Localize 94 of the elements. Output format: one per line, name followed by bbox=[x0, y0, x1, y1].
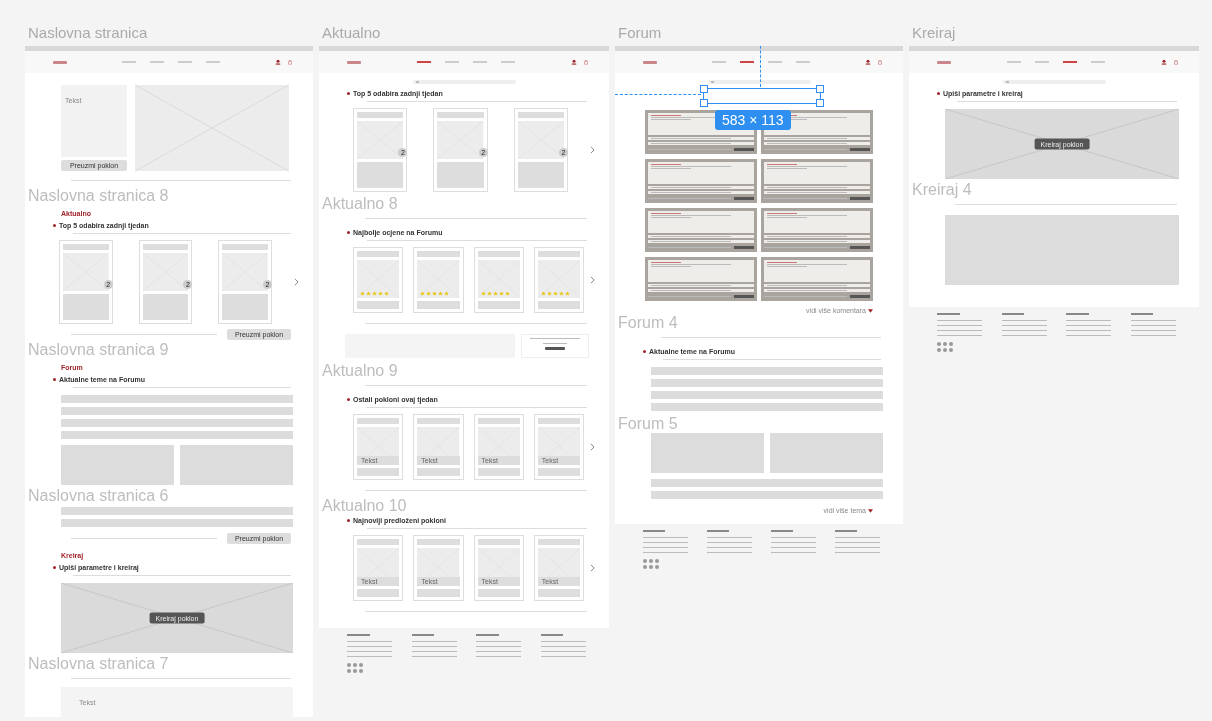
frame-title: Aktualno 8 bbox=[322, 196, 398, 212]
frame-title: Naslovna stranica 9 bbox=[28, 342, 169, 358]
bullet-icon bbox=[347, 519, 350, 522]
frame-title: Naslovna stranica 8 bbox=[28, 188, 169, 204]
card-button[interactable] bbox=[417, 589, 460, 597]
bullet-icon bbox=[347, 398, 350, 401]
frame-title: Naslovna stranica bbox=[27, 24, 149, 43]
image-placeholder bbox=[537, 260, 580, 298]
card-button[interactable] bbox=[537, 589, 580, 597]
image-placeholder bbox=[142, 253, 189, 291]
image-placeholder bbox=[222, 253, 268, 291]
nav-link[interactable] bbox=[501, 61, 515, 63]
frame-title: Naslovna stranica 7 bbox=[28, 656, 169, 672]
forum-card[interactable] bbox=[645, 208, 757, 252]
card-button[interactable] bbox=[477, 301, 520, 309]
frame-title: Aktualno 9 bbox=[322, 363, 398, 379]
nav-link[interactable] bbox=[1063, 61, 1077, 63]
bullet-icon bbox=[53, 224, 56, 227]
card-button[interactable] bbox=[417, 468, 460, 476]
forum-card[interactable] bbox=[645, 257, 757, 301]
frame-title: Aktualno 10 bbox=[322, 498, 407, 514]
frame-title: Naslovna stranica 6 bbox=[28, 488, 169, 504]
chevron-right-icon[interactable] bbox=[590, 443, 595, 451]
chevron-right-icon[interactable] bbox=[294, 278, 299, 286]
frame-title: Forum 4 bbox=[618, 315, 678, 331]
card-button[interactable] bbox=[417, 301, 460, 309]
logo-icon bbox=[643, 60, 657, 64]
frame-title: Forum bbox=[617, 24, 663, 43]
bullet-icon bbox=[347, 92, 350, 95]
image-placeholder bbox=[63, 253, 109, 291]
caret-icon[interactable] bbox=[868, 508, 873, 513]
frame-title: Forum 5 bbox=[618, 416, 678, 432]
nav-link[interactable] bbox=[740, 61, 754, 63]
nav-link[interactable] bbox=[150, 61, 164, 63]
card-button[interactable] bbox=[537, 301, 580, 309]
image-placeholder bbox=[517, 121, 564, 159]
card-button[interactable] bbox=[477, 589, 520, 597]
forum-card[interactable] bbox=[761, 159, 873, 203]
forum-card[interactable] bbox=[761, 208, 873, 252]
forum-card[interactable] bbox=[761, 257, 873, 301]
nav-link[interactable] bbox=[1007, 61, 1021, 63]
frame-title: Kreiraj 4 bbox=[912, 182, 972, 198]
forum-card[interactable] bbox=[645, 159, 757, 203]
chevron-right-icon[interactable] bbox=[590, 146, 595, 154]
user-icon[interactable] bbox=[865, 59, 871, 65]
user-icon[interactable] bbox=[1161, 59, 1167, 65]
logo-icon bbox=[347, 60, 361, 64]
product-card[interactable] bbox=[533, 247, 584, 313]
caret-icon[interactable] bbox=[868, 308, 873, 313]
card-button[interactable] bbox=[537, 468, 580, 476]
card-button[interactable] bbox=[357, 589, 400, 597]
card-button[interactable] bbox=[357, 468, 400, 476]
nav-link[interactable] bbox=[1035, 61, 1049, 63]
nav-link[interactable] bbox=[796, 61, 810, 63]
bag-icon[interactable] bbox=[287, 59, 293, 65]
nav-link[interactable] bbox=[1091, 61, 1105, 63]
chevron-right-icon[interactable] bbox=[590, 276, 595, 284]
image-placeholder bbox=[357, 260, 400, 298]
chevron-right-icon[interactable] bbox=[590, 564, 595, 572]
product-card[interactable] bbox=[353, 247, 404, 313]
nav-link[interactable] bbox=[768, 61, 782, 63]
card-button[interactable] bbox=[357, 301, 400, 309]
bag-icon[interactable] bbox=[1173, 59, 1179, 65]
frame-title: Kreiraj bbox=[911, 24, 957, 43]
image-placeholder bbox=[357, 121, 404, 159]
nav-link[interactable] bbox=[206, 61, 220, 63]
guide-line bbox=[760, 46, 761, 87]
bullet-icon bbox=[53, 378, 56, 381]
image-placeholder bbox=[477, 260, 520, 298]
size-tooltip: 583 × 113 bbox=[715, 110, 791, 130]
logo-icon bbox=[53, 60, 67, 64]
image-placeholder bbox=[437, 121, 484, 159]
selection-box[interactable] bbox=[703, 88, 821, 104]
card-button[interactable] bbox=[477, 468, 520, 476]
image-placeholder bbox=[417, 260, 460, 298]
nav-link[interactable] bbox=[473, 61, 487, 63]
bag-icon[interactable] bbox=[877, 59, 883, 65]
user-icon[interactable] bbox=[571, 59, 577, 65]
nav-link[interactable] bbox=[712, 61, 726, 63]
frame-title: Aktualno bbox=[321, 24, 382, 43]
bullet-icon bbox=[643, 350, 646, 353]
bullet-icon bbox=[347, 231, 350, 234]
bullet-icon bbox=[53, 566, 56, 569]
bullet-icon bbox=[937, 92, 940, 95]
promo-card bbox=[521, 334, 589, 358]
nav-link[interactable] bbox=[178, 61, 192, 63]
nav-link[interactable] bbox=[417, 61, 431, 63]
nav-link[interactable] bbox=[445, 61, 459, 63]
user-icon[interactable] bbox=[275, 59, 281, 65]
nav-link[interactable] bbox=[122, 61, 136, 63]
product-card[interactable] bbox=[473, 247, 524, 313]
bag-icon[interactable] bbox=[583, 59, 589, 65]
product-card[interactable] bbox=[413, 247, 464, 313]
logo-icon bbox=[937, 60, 951, 64]
